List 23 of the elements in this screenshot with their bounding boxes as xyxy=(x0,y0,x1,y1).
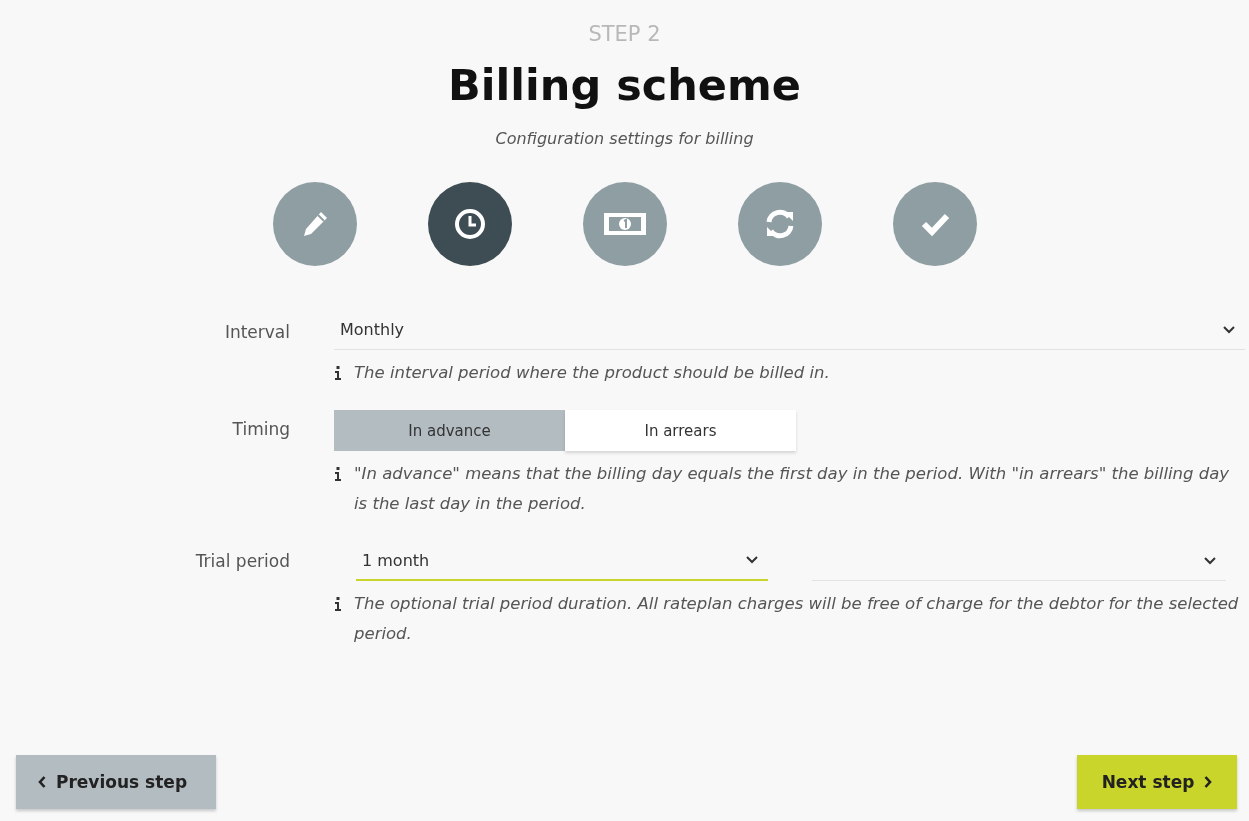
chevron-down-icon xyxy=(746,556,758,565)
interval-select[interactable]: Monthly xyxy=(334,310,1245,351)
chevron-down-icon xyxy=(1223,325,1235,334)
next-step-button[interactable]: Next step xyxy=(1077,755,1237,809)
chevron-down-icon xyxy=(1204,556,1216,565)
step-label: STEP 2 xyxy=(588,22,661,46)
hint-text: "In advance" means that the billing day equals the first day in the period. With "in arrears" the billing day is the last day in the period. xyxy=(354,463,1231,516)
field-label: Timing xyxy=(231,418,290,442)
info-icon xyxy=(334,467,342,482)
page-title: Billing scheme xyxy=(448,62,801,110)
chevron-right-icon xyxy=(1204,776,1213,788)
chevron-left-icon xyxy=(38,776,46,788)
info-icon xyxy=(334,366,342,381)
info-icon xyxy=(334,597,342,612)
trial-amount-select[interactable]: 1 month xyxy=(356,541,768,582)
hint-text: The interval period where the product should be billed in. xyxy=(354,362,830,385)
timing-option[interactable]: In arrears xyxy=(565,410,796,452)
page-subtitle: Configuration settings for billing xyxy=(495,129,754,149)
timing-option[interactable]: In advance xyxy=(334,410,565,452)
field-label: Interval xyxy=(223,321,290,345)
field-label: Trial period xyxy=(194,550,290,574)
hint-text: The optional trial period duration. All rateplan charges will be free of charge for the debtor for the selected period. xyxy=(354,593,1240,646)
previous-step-button[interactable]: Previous step xyxy=(16,755,216,809)
